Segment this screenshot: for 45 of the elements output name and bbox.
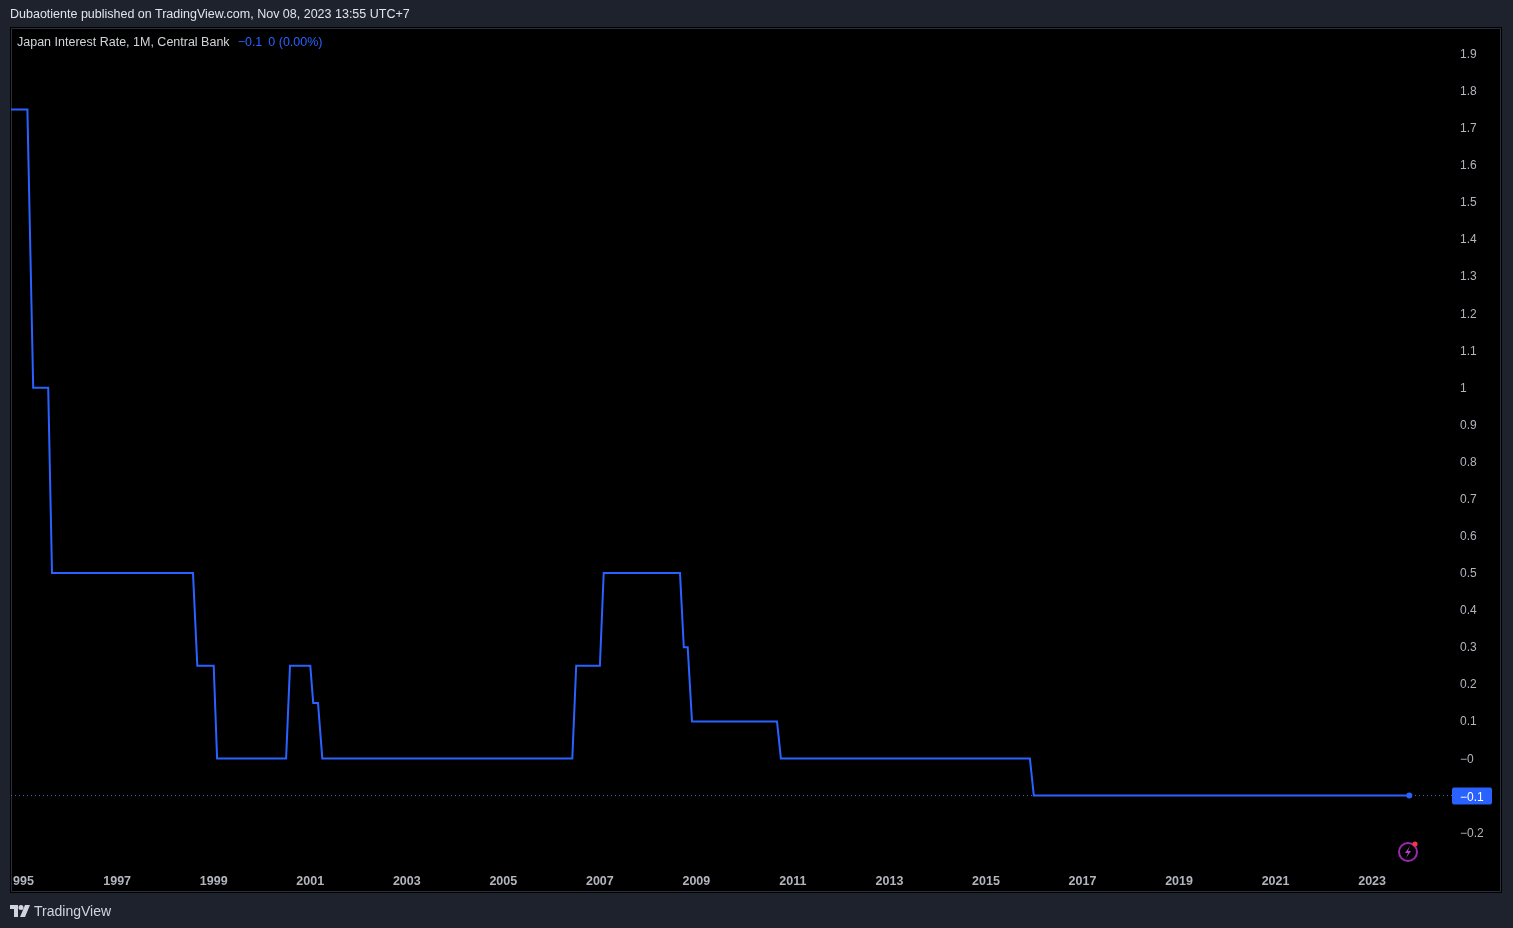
y-axis-label: 1.1 [1460,343,1477,358]
y-axis-label: 1.8 [1460,84,1477,99]
x-tick-label: 2011 [779,874,807,888]
x-tick-label: 2005 [489,874,518,888]
y-axis-label: −0.2 [1460,825,1484,840]
logo-icon [10,904,30,917]
x-tick-label: 2013 [875,874,904,888]
legend-value: −0.1 [237,35,263,49]
y-axis-label: 1.3 [1460,269,1477,284]
y-axis-label: 0.1 [1460,714,1477,729]
x-axis-label: 995 [13,874,34,888]
y-axis-label: 1.9 [1460,46,1477,61]
x-tick-label: 2017 [1068,874,1097,888]
y-axis-label: 1 [1460,380,1467,395]
y-axis-label: 0.2 [1460,677,1477,692]
y-axis-label: −0 [1460,751,1474,766]
y-axis-label: 1.4 [1460,232,1477,247]
publish-info: Dubaotiente published on TradingView.com, Nov 08, 2023 13:55 UTC+7 [10,6,410,21]
y-axis-label: 0.6 [1460,529,1477,543]
y-axis-label: 0.7 [1460,491,1477,506]
y-axis-label: 1.7 [1460,121,1477,136]
y-axis-label: 0.8 [1460,454,1477,469]
x-tick-label: 2003 [392,874,421,888]
x-tick-label: 2019 [1165,874,1194,888]
price-label: −0.1 [1452,787,1492,805]
tradingview-logo[interactable]: TradingView [10,902,112,919]
x-tick-label: 2023 [1358,874,1387,888]
y-axis-label: 0.3 [1460,640,1477,655]
lightning-icon[interactable] [1397,839,1421,863]
y-axis-label: 0.9 [1460,417,1477,432]
x-tick-label: 2015 [972,874,1000,888]
y-axis-label: 0.4 [1460,603,1477,618]
x-tick-label: 1997 [103,874,132,888]
x-tick-label: 1999 [199,874,228,888]
legend-change: 0 (0.00%) [268,35,323,49]
y-axis-label: 0.5 [1460,566,1477,581]
x-tick-label: 2021 [1261,874,1290,888]
y-axis-label: 1.2 [1460,306,1477,321]
x-tick-label: 2001 [296,874,325,888]
y-axis-label: 1.5 [1460,195,1477,210]
y-axis-label: 1.6 [1460,158,1477,173]
x-tick-label: 2009 [682,874,711,888]
x-tick-label: 2007 [585,874,614,888]
last-point [1406,792,1413,799]
legend-title: Japan Interest Rate, 1M, Central Bank [17,35,230,49]
